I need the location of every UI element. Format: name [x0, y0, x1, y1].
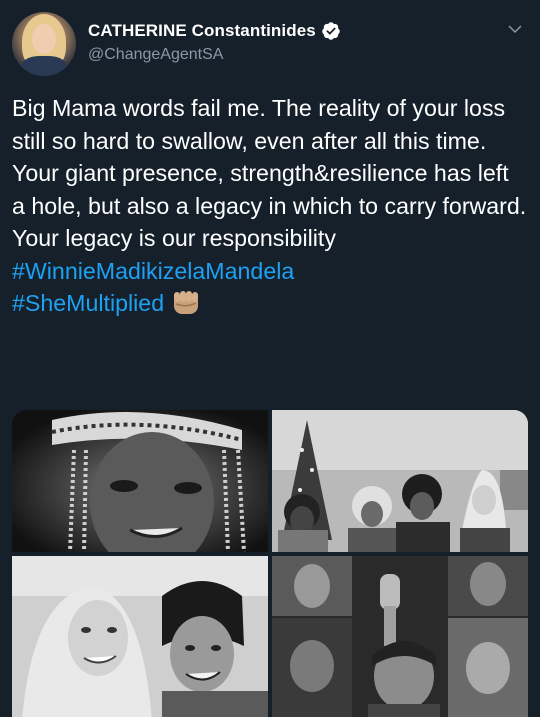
avatar-face — [32, 24, 56, 54]
tweet-header: CATHERINE Constantinides @ChangeAgentSA — [12, 12, 528, 76]
name-row: CATHERINE Constantinides — [88, 20, 341, 42]
chevron-down-icon[interactable] — [506, 20, 524, 38]
photo-portrait-beaded-headdress[interactable] — [12, 410, 268, 552]
photo-collage-raised-fist[interactable] — [272, 556, 528, 717]
avatar-body — [20, 56, 68, 76]
media-grid — [12, 410, 528, 717]
handle[interactable]: @ChangeAgentSA — [88, 46, 223, 64]
hashtag-winnie[interactable]: #WinnieMadikizelaMandela — [12, 258, 294, 284]
hashtag-shemultiplied[interactable]: #SheMultiplied — [12, 290, 164, 316]
raised-fist-icon — [174, 290, 199, 314]
verified-badge-icon — [322, 22, 340, 40]
photo-group-christmas-tree[interactable] — [272, 410, 528, 552]
display-name[interactable]: CATHERINE Constantinides — [88, 21, 316, 41]
tweet-body: Big Mama words fail me. The reality of y… — [12, 95, 533, 251]
tweet-text: Big Mama words fail me. The reality of y… — [12, 92, 528, 320]
photo-selfie-two-women[interactable] — [12, 556, 268, 717]
avatar[interactable] — [12, 12, 76, 76]
